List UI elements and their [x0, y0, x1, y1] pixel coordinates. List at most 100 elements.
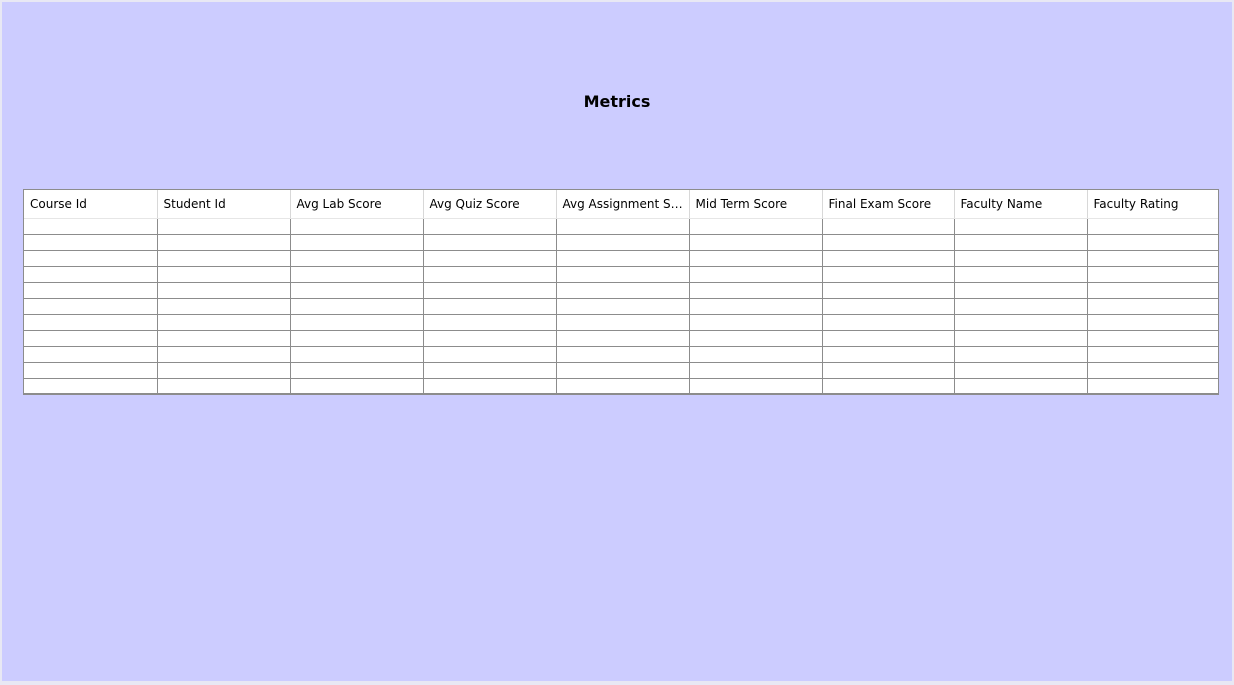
table-cell[interactable]: [290, 362, 424, 379]
table-row[interactable]: [24, 282, 1218, 299]
table-cell[interactable]: [822, 266, 955, 283]
table-cell[interactable]: [290, 234, 424, 251]
column-header-avg-assignment-score[interactable]: Avg Assignment Sc...: [556, 190, 690, 219]
table-cell[interactable]: [954, 250, 1088, 267]
table-cell[interactable]: [556, 282, 690, 299]
table-cell[interactable]: [556, 250, 690, 267]
table-cell[interactable]: [157, 362, 291, 379]
table-cell[interactable]: [290, 346, 424, 363]
table-row[interactable]: [24, 250, 1218, 267]
table-cell[interactable]: [689, 234, 823, 251]
table-cell[interactable]: [1087, 298, 1218, 315]
column-header-student-id[interactable]: Student Id: [157, 190, 291, 219]
table-cell[interactable]: [157, 314, 291, 331]
column-header-faculty-name[interactable]: Faculty Name: [954, 190, 1088, 219]
table-cell[interactable]: [556, 314, 690, 331]
table-cell[interactable]: [157, 330, 291, 347]
table-row[interactable]: [24, 346, 1218, 363]
table-cell[interactable]: [689, 298, 823, 315]
table-cell[interactable]: [822, 298, 955, 315]
table-cell[interactable]: [290, 250, 424, 267]
table-cell[interactable]: [24, 346, 158, 363]
table-cell[interactable]: [689, 330, 823, 347]
table-cell[interactable]: [24, 314, 158, 331]
table-cell[interactable]: [290, 218, 424, 235]
table-cell[interactable]: [290, 330, 424, 347]
column-header-mid-term-score[interactable]: Mid Term Score: [689, 190, 823, 219]
table-cell[interactable]: [689, 218, 823, 235]
column-header-course-id[interactable]: Course Id: [24, 190, 158, 219]
table-cell[interactable]: [1087, 314, 1218, 331]
table-cell[interactable]: [689, 378, 823, 393]
table-cell[interactable]: [556, 218, 690, 235]
table-row[interactable]: [24, 266, 1218, 283]
table-cell[interactable]: [689, 266, 823, 283]
column-header-final-exam-score[interactable]: Final Exam Score: [822, 190, 955, 219]
table-cell[interactable]: [954, 346, 1088, 363]
table-cell[interactable]: [24, 234, 158, 251]
table-cell[interactable]: [954, 234, 1088, 251]
table-cell[interactable]: [423, 314, 557, 331]
table-cell[interactable]: [423, 346, 557, 363]
table-cell[interactable]: [822, 346, 955, 363]
table-cell[interactable]: [423, 378, 557, 393]
table-row[interactable]: [24, 234, 1218, 251]
table-cell[interactable]: [423, 266, 557, 283]
table-row[interactable]: [24, 378, 1218, 393]
table-cell[interactable]: [556, 234, 690, 251]
table-cell[interactable]: [822, 218, 955, 235]
table-cell[interactable]: [689, 250, 823, 267]
table-cell[interactable]: [290, 298, 424, 315]
table-cell[interactable]: [689, 346, 823, 363]
table-cell[interactable]: [822, 362, 955, 379]
table-cell[interactable]: [689, 362, 823, 379]
table-cell[interactable]: [1087, 346, 1218, 363]
table-cell[interactable]: [423, 234, 557, 251]
table-cell[interactable]: [689, 282, 823, 299]
column-header-avg-lab-score[interactable]: Avg Lab Score: [290, 190, 424, 219]
table-cell[interactable]: [954, 330, 1088, 347]
table-cell[interactable]: [157, 218, 291, 235]
table-cell[interactable]: [556, 378, 690, 393]
table-cell[interactable]: [290, 266, 424, 283]
table-cell[interactable]: [822, 314, 955, 331]
table-cell[interactable]: [157, 250, 291, 267]
table-cell[interactable]: [24, 282, 158, 299]
table-cell[interactable]: [423, 362, 557, 379]
table-cell[interactable]: [157, 234, 291, 251]
table-cell[interactable]: [1087, 282, 1218, 299]
table-cell[interactable]: [423, 218, 557, 235]
table-row[interactable]: [24, 314, 1218, 331]
table-cell[interactable]: [1087, 378, 1218, 393]
table-cell[interactable]: [822, 282, 955, 299]
table-cell[interactable]: [954, 218, 1088, 235]
table-cell[interactable]: [954, 378, 1088, 393]
table-cell[interactable]: [556, 346, 690, 363]
table-cell[interactable]: [423, 298, 557, 315]
table-cell[interactable]: [954, 298, 1088, 315]
table-row[interactable]: [24, 218, 1218, 235]
table-cell[interactable]: [822, 378, 955, 393]
table-cell[interactable]: [157, 282, 291, 299]
table-cell[interactable]: [1087, 234, 1218, 251]
table-cell[interactable]: [822, 330, 955, 347]
table-cell[interactable]: [157, 378, 291, 393]
table-cell[interactable]: [24, 378, 158, 393]
table-cell[interactable]: [24, 218, 158, 235]
table-row[interactable]: [24, 298, 1218, 315]
table-cell[interactable]: [24, 250, 158, 267]
table-cell[interactable]: [1087, 250, 1218, 267]
table-cell[interactable]: [1087, 330, 1218, 347]
table-cell[interactable]: [822, 250, 955, 267]
table-row[interactable]: [24, 362, 1218, 379]
table-cell[interactable]: [1087, 266, 1218, 283]
table-cell[interactable]: [24, 266, 158, 283]
column-header-faculty-rating[interactable]: Faculty Rating: [1087, 190, 1218, 219]
table-cell[interactable]: [1087, 218, 1218, 235]
table-cell[interactable]: [556, 362, 690, 379]
table-cell[interactable]: [423, 330, 557, 347]
table-cell[interactable]: [423, 250, 557, 267]
table-cell[interactable]: [290, 378, 424, 393]
table-cell[interactable]: [24, 362, 158, 379]
table-cell[interactable]: [556, 266, 690, 283]
